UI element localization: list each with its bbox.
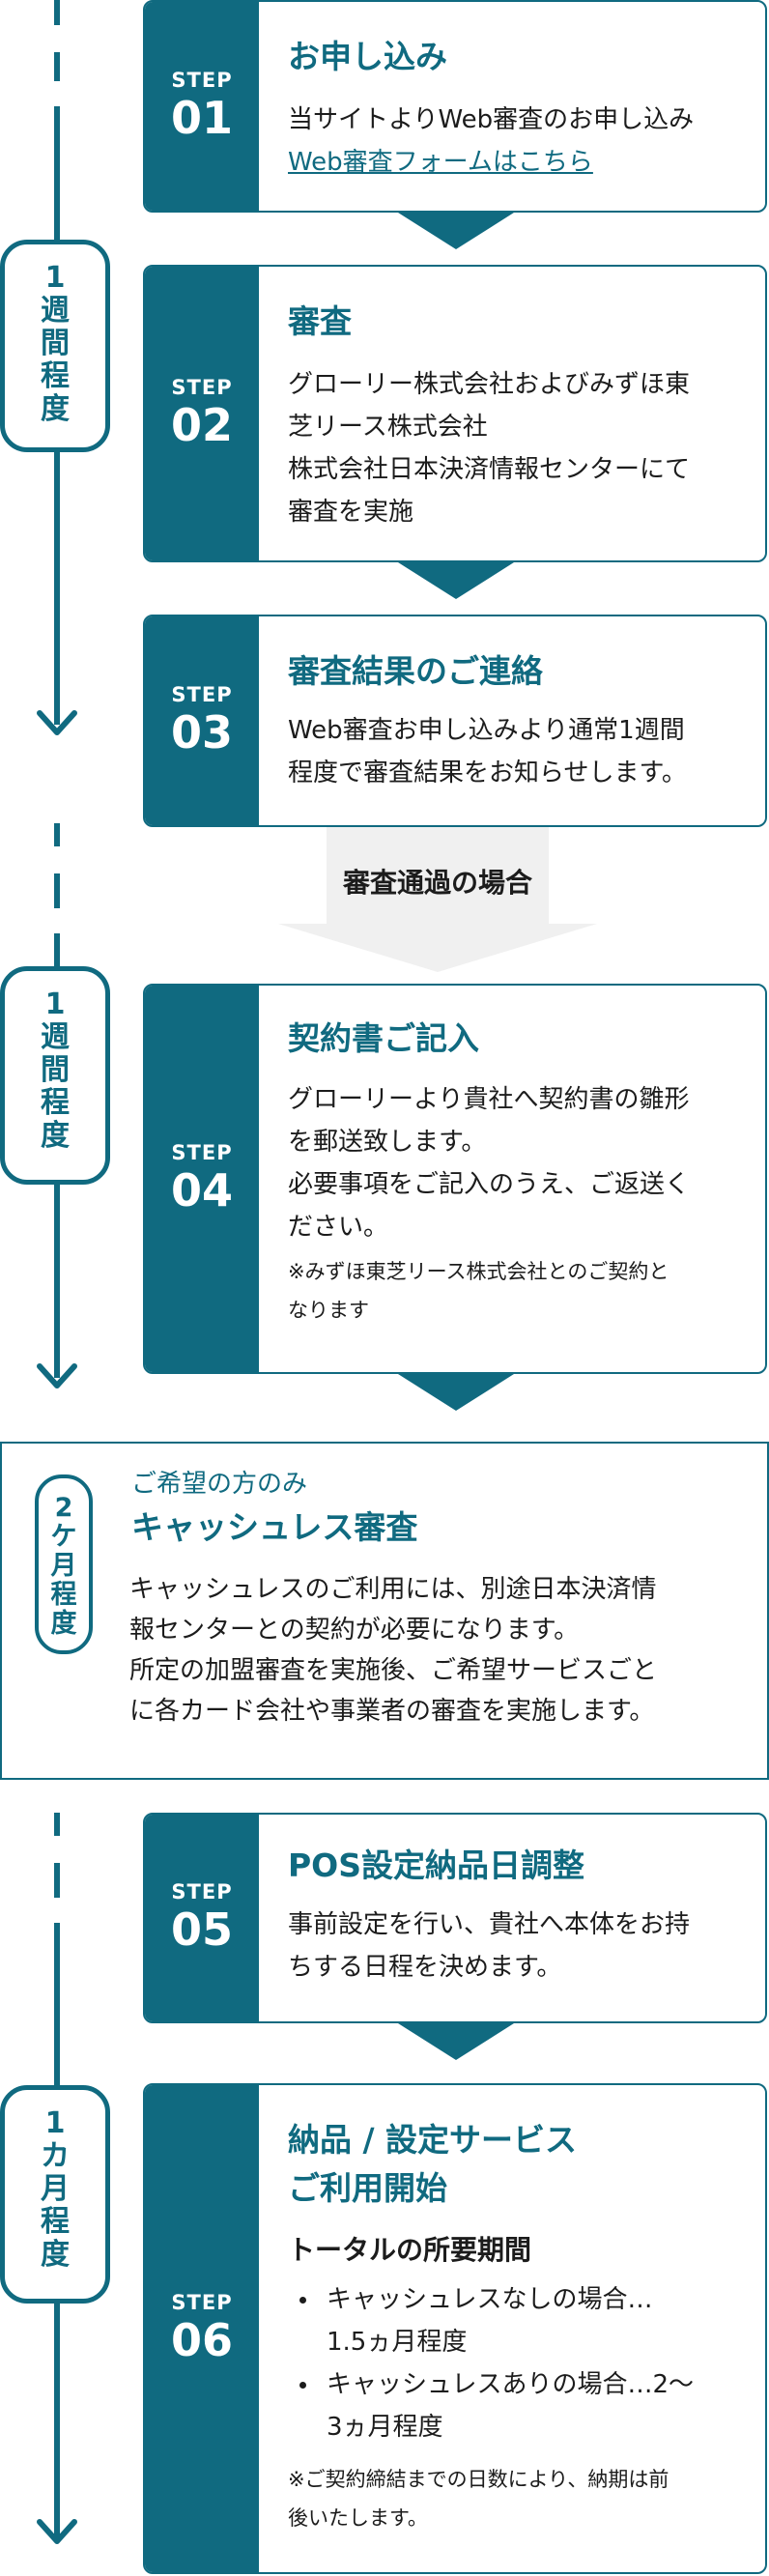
- step-number-block: STEP 02: [145, 267, 259, 560]
- step-note-line: ※ご契約締結までの日数により、納期は前: [288, 2468, 669, 2491]
- step-04-card: STEP 04 契約書ご記入 グローリーより貴社へ契約書の雛形 を郵送致します。…: [143, 984, 767, 1374]
- cashless-body-line: キャッシュレスのご利用には、別途日本決済情: [129, 1575, 657, 1604]
- step-connector-arrow: [398, 2023, 514, 2060]
- step-title: お申し込み: [288, 38, 447, 75]
- step-note-line: なります: [288, 1299, 369, 1322]
- timeline-dash: [54, 0, 60, 25]
- cashless-title: キャッシュレス審査: [131, 1508, 418, 1546]
- timeline-dash: [54, 823, 60, 846]
- step-label: STEP: [171, 376, 233, 399]
- step-body-line: 必要事項をご記入のうえ、ご返送く: [288, 1170, 691, 1199]
- step-06-card: STEP 06 納品 / 設定サービス ご利用開始 トータルの所要期間 キャッシ…: [143, 2083, 767, 2574]
- step-label: STEP: [171, 1880, 233, 1903]
- step-label: STEP: [171, 69, 233, 92]
- step-body-line: Web審査お申し込みより通常1週間: [288, 716, 685, 745]
- step-number-block: STEP 01: [145, 2, 259, 211]
- step-body-line: を郵送致します。: [288, 1128, 487, 1157]
- timeline-dash: [54, 1813, 60, 1836]
- step-subtitle: トータルの所要期間: [288, 2234, 532, 2266]
- step-title-line: ご利用開始: [288, 2169, 447, 2207]
- step-note-line: ※みずほ東芝リース株式会社とのご契約と: [288, 1260, 669, 1283]
- pass-label: 審査通過の場合: [342, 867, 532, 899]
- duration-badge: 2ケ月程度: [35, 1474, 93, 1654]
- list-item: キャッシュレスありの場合…2〜 3ヵ月程度: [288, 2363, 746, 2448]
- duration-badge: 1週間程度: [0, 966, 110, 1185]
- step-01-card: STEP 01 お申し込み 当サイトよりWeb審査のお申し込み Web審査フォー…: [143, 0, 767, 213]
- step-title-line: 納品 / 設定サービス: [288, 2121, 578, 2159]
- step-body-line: 株式会社日本決済情報センターにて: [288, 455, 691, 484]
- web-review-form-link[interactable]: Web審査フォームはこちら: [288, 148, 593, 177]
- step-note-line: 後いたします。: [288, 2506, 428, 2530]
- step-connector-arrow: [398, 213, 514, 249]
- duration-badge: 1週間程度: [0, 240, 110, 452]
- step-title: POS設定納品日調整: [288, 1846, 585, 1884]
- arrow-down-icon: [37, 2519, 77, 2544]
- arrow-down-icon: [37, 710, 77, 735]
- cashless-body-line: 所定の加盟審査を実施後、ご希望サービスごと: [129, 1656, 658, 1685]
- step-body-line: 事前設定を行い、貴社へ本体をお持: [288, 1910, 691, 1939]
- step-number-block: STEP 06: [145, 2085, 259, 2572]
- timeline-dash: [54, 52, 60, 81]
- step-body-line: グローリー株式会社およびみずほ東: [288, 370, 691, 399]
- step-02-card: STEP 02 審査 グローリー株式会社およびみずほ東 芝リース株式会社 株式会…: [143, 265, 767, 562]
- duration-badge: 1カ月程度: [0, 2085, 110, 2304]
- cashless-body-line: に各カード会社や事業者の審査を実施します。: [129, 1697, 655, 1726]
- step-number: 04: [170, 1164, 233, 1216]
- list-item: キャッシュレスなしの場合… 1.5ヵ月程度: [288, 2278, 746, 2363]
- step-connector-arrow: [398, 562, 514, 599]
- cashless-body-line: 報センターとの契約が必要になります。: [129, 1616, 580, 1645]
- step-connector-arrow: [398, 1374, 514, 1411]
- step-number-block: STEP 05: [145, 1815, 259, 2021]
- step-title: 審査: [288, 302, 352, 340]
- step-03-card: STEP 03 審査結果のご連絡 Web審査お申し込みより通常1週間 程度で審査…: [143, 615, 767, 827]
- step-number: 02: [170, 399, 233, 451]
- step-title: 審査結果のご連絡: [288, 652, 543, 690]
- step-number-block: STEP 04: [145, 986, 259, 1372]
- step-label: STEP: [171, 2291, 233, 2314]
- step-number: 03: [170, 706, 233, 758]
- step-body-line: ちする日程を決めます。: [288, 1953, 562, 1982]
- step-body-line: 芝リース株式会社: [288, 413, 488, 442]
- duration-list: キャッシュレスなしの場合… 1.5ヵ月程度 キャッシュレスありの場合…2〜 3ヵ…: [288, 2278, 746, 2448]
- step-label: STEP: [171, 683, 233, 706]
- pass-arrow-shape: [278, 827, 597, 972]
- step-body-line: ださい。: [288, 1213, 389, 1242]
- step-number: 05: [170, 1903, 233, 1956]
- arrow-down-icon: [37, 1363, 77, 1388]
- step-body-line: 程度で審査結果をお知らせします。: [288, 758, 687, 787]
- cashless-subtitle: ご希望の方のみ: [131, 1470, 308, 1499]
- timeline-dash: [54, 873, 60, 908]
- step-body-line: 審査を実施: [288, 498, 414, 527]
- step-body: 当サイトよりWeb審査のお申し込み: [288, 105, 695, 134]
- review-pass-indicator: 審査通過の場合: [278, 827, 597, 982]
- step-title: 契約書ご記入: [288, 1019, 479, 1057]
- cashless-review-panel: 2ケ月程度 ご希望の方のみ キャッシュレス審査 キャッシュレスのご利用には、別途…: [0, 1442, 769, 1780]
- timeline-dash: [54, 1863, 60, 1898]
- step-number-block: STEP 03: [145, 616, 259, 825]
- step-05-card: STEP 05 POS設定納品日調整 事前設定を行い、貴社へ本体をお持 ちする日…: [143, 1813, 767, 2023]
- step-body-line: グローリーより貴社へ契約書の雛形: [288, 1085, 690, 1114]
- step-label: STEP: [171, 1141, 233, 1164]
- step-number: 01: [170, 92, 233, 144]
- step-number: 06: [170, 2314, 233, 2366]
